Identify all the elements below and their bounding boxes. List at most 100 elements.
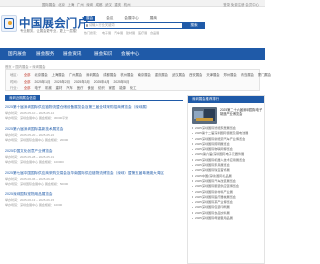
top-city-link[interactable]: 武汉: [105, 3, 112, 7]
filter-option[interactable]: 西安展会: [189, 73, 202, 77]
filter-option[interactable]: 2025年3月: [74, 80, 90, 84]
top-city-link[interactable]: 重庆: [114, 3, 121, 7]
filter-option[interactable]: 南京展会: [138, 73, 151, 77]
logo-icon[interactable]: [1, 15, 17, 32]
bullet-icon: [192, 212, 194, 214]
site-slogan: 专业服务，让展会更专业，更上一层楼！: [20, 29, 80, 33]
filter-panel: 地区： 全部 北京展会 上海展会 广州展会 深圳展会 成都展会 杭州展会 南京展会 重庆展会 武汉展…: [5, 69, 271, 91]
featured-title[interactable]: 2025第二十六届深圳国际电子制造产业博览会: [220, 108, 263, 116]
filter-option[interactable]: 郑州展会: [224, 73, 237, 77]
hot-search-link[interactable]: 汽车展: [114, 31, 123, 35]
ranking-item-title[interactable]: 2025中国(深圳)国际礼品展: [195, 174, 232, 178]
account-links[interactable]: 登录 免费注册 会员中心: [223, 2, 259, 7]
ranking-item-title[interactable]: 2025深圳国际家具展览会: [195, 163, 230, 167]
hot-search-link[interactable]: 电子展: [102, 31, 111, 35]
nav-item[interactable]: 会展中心: [121, 48, 139, 60]
ranking-item-title[interactable]: 2025深圳国际茶产业博览会: [195, 200, 233, 204]
filter-option[interactable]: 2025年5月: [114, 80, 130, 84]
filter-option[interactable]: 2025年1月: [34, 80, 50, 84]
top-city-link[interactable]: 广州: [77, 3, 84, 7]
filter-option[interactable]: 家居: [109, 86, 116, 90]
expo-title[interactable]: 2025中国文化创意产业博览会: [5, 149, 183, 154]
filter-option[interactable]: 广州展会: [69, 73, 82, 77]
filter-option[interactable]: 成都展会: [103, 73, 116, 77]
search-tab[interactable]: 展会: [84, 16, 96, 21]
ranking-item-title[interactable]: 2025深圳国际新能源汽车产业博览会: [195, 137, 245, 141]
filter-option[interactable]: 纺织: [98, 86, 105, 90]
filter-label: 时间：: [10, 79, 20, 84]
nav-item[interactable]: 国内展会: [8, 48, 26, 60]
search-tab[interactable]: 会展中心: [124, 16, 138, 21]
ranking-item-title[interactable]: 2025深圳国际服装供应链博览会: [195, 184, 239, 188]
filter-option[interactable]: 食品: [87, 86, 94, 90]
filter-option[interactable]: 深圳展会: [86, 73, 99, 77]
tab-recent-expos[interactable]: 深圳近期展会信息: [5, 95, 41, 101]
filter-option[interactable]: 全部: [24, 73, 31, 77]
search-tab[interactable]: 展商: [150, 16, 157, 21]
filter-option[interactable]: 2025年4月: [94, 80, 110, 84]
expo-venue: 举办场馆：深圳会展中心 展会规模：100000: [5, 159, 64, 164]
ranking-item-title[interactable]: 2025深圳国际物联网博览会: [195, 147, 233, 151]
nav-item[interactable]: 展会资讯: [63, 48, 81, 60]
ranking-item-title[interactable]: 2025第十二届深圳国际储能及锂电池展: [195, 131, 248, 135]
expo-title[interactable]: 2025第七届中国国际供应商采购交易会及华南国际供应链物流博览会（深圳）暨第五届…: [5, 171, 183, 176]
top-city-link[interactable]: 杭州: [124, 3, 131, 7]
filter-option[interactable]: 青岛展会: [241, 73, 254, 77]
ranking-item-title[interactable]: 2025深圳国际照明展览会: [195, 142, 230, 146]
hot-search-link[interactable]: 医疗展: [138, 31, 147, 35]
top-city-link[interactable]: 深圳: [86, 3, 93, 7]
expo-title[interactable]: 2025第六届深圳国际高新技术展览会: [5, 127, 183, 132]
filter-option[interactable]: 化工: [130, 86, 137, 90]
filter-option[interactable]: 武汉展会: [172, 73, 185, 77]
filter-option[interactable]: 厦门展会: [258, 73, 271, 77]
filter-option[interactable]: 杭州展会: [120, 73, 133, 77]
expo-list: 深圳近期展会信息 2025第十届深圳国际供应链物流暨仓储设备展览会及第三届全球采…: [5, 95, 183, 264]
filter-option[interactable]: 汽车: [66, 86, 73, 90]
bullet-icon: [192, 159, 194, 161]
filter-option[interactable]: 医疗: [77, 86, 84, 90]
list-tab-bar: 深圳近期展会信息: [5, 95, 183, 101]
featured-thumbnail[interactable]: [192, 107, 217, 124]
filter-label: 行业：: [10, 86, 20, 90]
ranking-item-title[interactable]: 2025深圳国际包装印刷展: [195, 205, 230, 209]
bullet-icon: [192, 148, 194, 151]
hot-search-link[interactable]: 食品展: [150, 31, 159, 35]
ranking-item-title[interactable]: 2025深圳国际食品饮料展: [195, 211, 230, 215]
bullet-icon: [192, 164, 194, 166]
top-bar: 国际展会 北京 上海 广州 深圳 成都 武汉 重庆 杭州 登录 免费注册 会员中心: [0, 0, 265, 7]
ranking-item-title[interactable]: 2025深圳国际汽车改装展览会: [195, 179, 236, 183]
filter-option[interactable]: 电子: [34, 86, 41, 90]
filter-option[interactable]: 2025年2月: [54, 80, 70, 84]
filter-option[interactable]: 能源: [119, 86, 126, 90]
nav-item[interactable]: 展会服务: [36, 48, 54, 60]
filter-option[interactable]: 机械: [45, 86, 52, 90]
hot-search-link[interactable]: 建材展: [126, 31, 135, 35]
top-city-link[interactable]: 成都: [96, 3, 103, 7]
search-button[interactable]: 搜索: [183, 22, 205, 29]
ranking-item[interactable]: 2025深圳国际母婴童用品展: [192, 216, 264, 221]
expo-title[interactable]: 2025第十届深圳国际供应链物流暨仓储设备展览会及第三届全球采购招商博览会（深圳…: [5, 105, 183, 110]
main-nav: 国内展会 展会服务 展会资讯 展会知识 会展中心: [0, 48, 265, 60]
ranking-item-title[interactable]: 2025(第六届)深圳国际电子元器件展: [195, 152, 244, 156]
ranking-item-title[interactable]: 2025深圳国际智能家居展览会: [195, 126, 236, 130]
top-city-link[interactable]: 国际展会: [42, 3, 56, 7]
nav-item[interactable]: 展会知识: [94, 48, 112, 60]
ranking-item-title[interactable]: 2025深圳国际新材料产业展: [195, 190, 233, 194]
filter-option[interactable]: 全部: [24, 80, 31, 84]
filter-option[interactable]: 北京展会: [34, 73, 47, 77]
expo-date: 举办时间：2025-06-13 ~ 2025-06-15: [5, 198, 55, 203]
top-city-link[interactable]: 北京: [58, 3, 65, 7]
ranking-item-title[interactable]: 2025深圳国际医疗器械展览会: [195, 195, 236, 199]
search-tab[interactable]: 会议: [106, 16, 113, 21]
ranking-item-title[interactable]: 2025深圳国际母婴童用品展: [195, 216, 233, 220]
filter-option[interactable]: 上海展会: [52, 73, 65, 77]
ranking-item-title[interactable]: 2025深圳国际珠宝首饰展: [195, 168, 230, 172]
ranking-item-title[interactable]: 2025深圳国际机器人技术应用展览会: [195, 158, 245, 162]
filter-option[interactable]: 天津展会: [206, 73, 219, 77]
top-city-link[interactable]: 上海: [68, 3, 75, 7]
search-input[interactable]: 请输入行业关键词: [84, 22, 183, 29]
filter-option[interactable]: 全部: [24, 86, 31, 90]
filter-option[interactable]: 建材: [56, 86, 63, 90]
expo-title[interactable]: 2025深圳国际宠物用品展览会: [5, 192, 183, 197]
filter-option[interactable]: 重庆展会: [155, 73, 168, 77]
